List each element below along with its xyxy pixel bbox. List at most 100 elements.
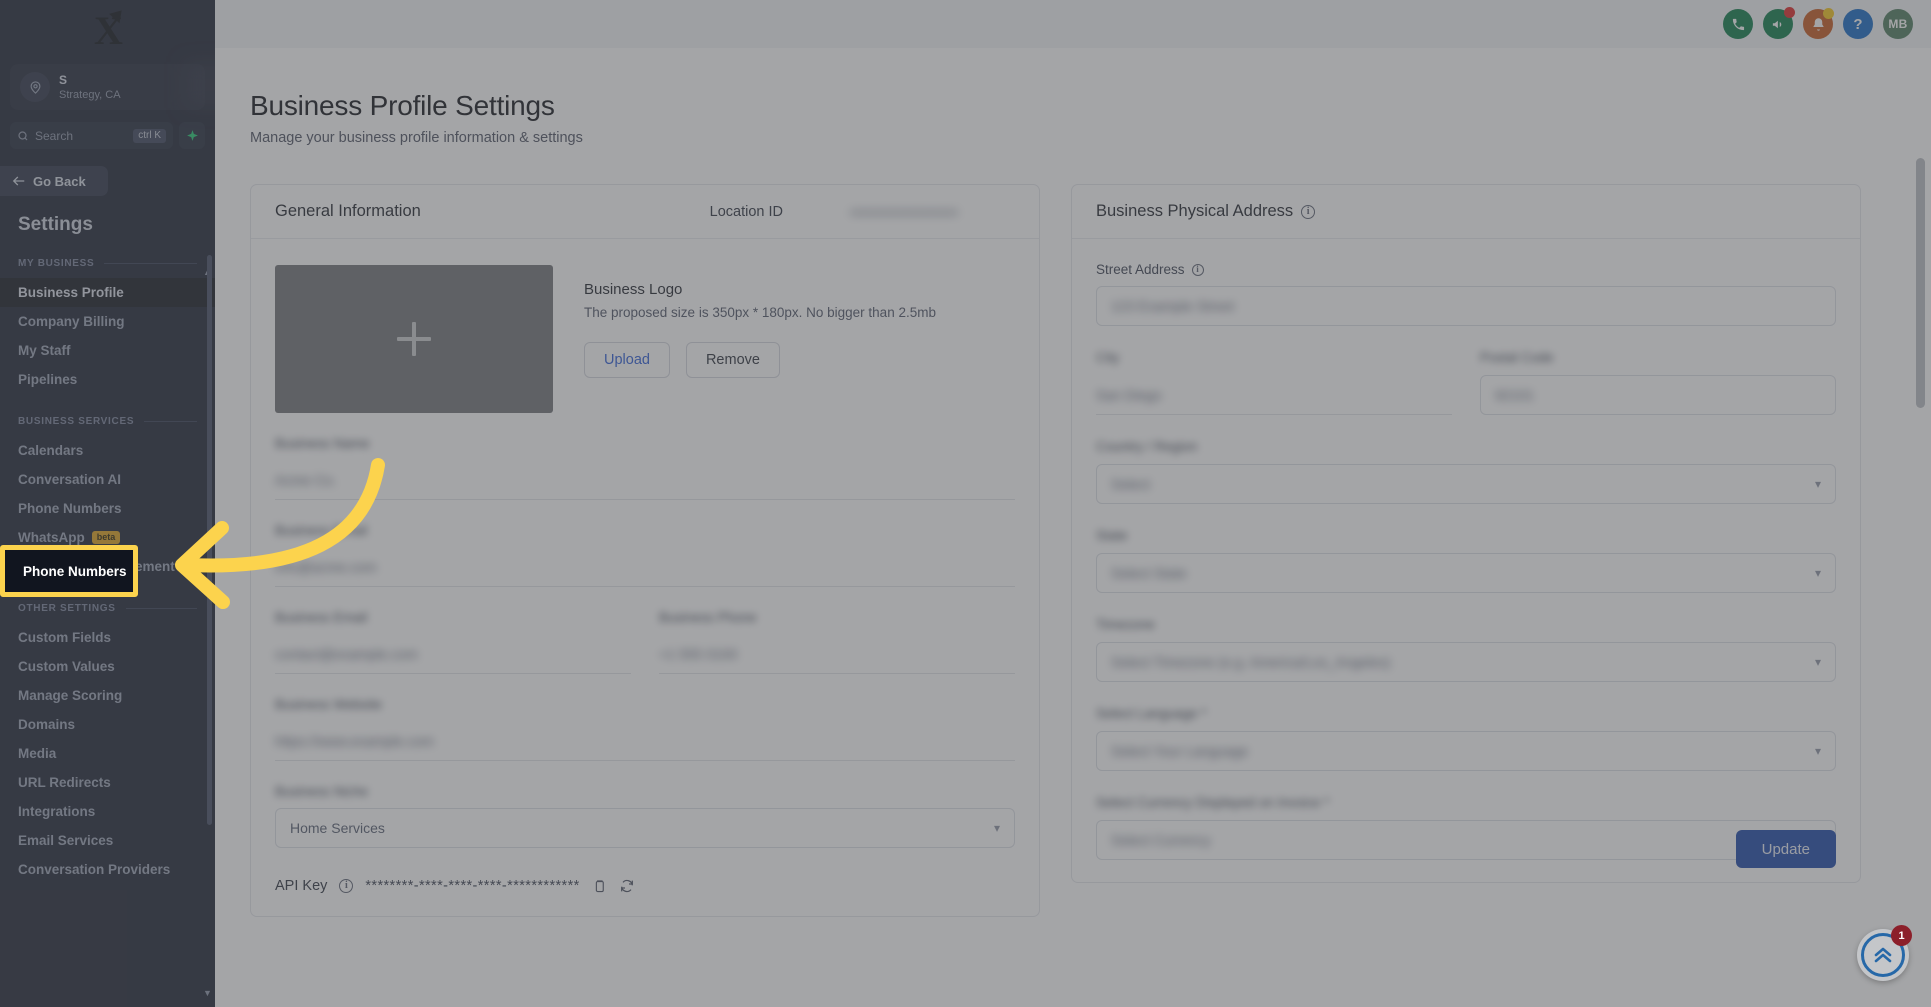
language-label: Select Language * xyxy=(1096,706,1207,721)
card-title-physical-address: Business Physical Address xyxy=(1096,202,1294,220)
phone-icon[interactable] xyxy=(1723,9,1753,39)
field-language: Select Language * Select Your Language ▾ xyxy=(1096,706,1836,771)
card-title-general-information: General Information xyxy=(275,202,421,220)
sidebar-section-my-business: MY BUSINESS xyxy=(18,258,197,269)
search-input[interactable]: Search ctrl K xyxy=(10,122,173,149)
country-select[interactable]: Select ▾ xyxy=(1096,464,1836,504)
search-icon xyxy=(18,130,28,140)
bell-icon[interactable] xyxy=(1803,8,1834,39)
help-icon[interactable]: ? xyxy=(1843,9,1873,39)
sidebar-item-label: Business Profile xyxy=(18,285,124,300)
business-logo-title: Business Logo xyxy=(584,281,683,298)
sidebar-item-label: Manage Scoring xyxy=(18,688,123,703)
section-label: MY BUSINESS xyxy=(18,258,95,269)
section-label: OTHER SETTINGS xyxy=(18,603,116,614)
page-scrollbar[interactable] xyxy=(1916,158,1925,948)
sidebar-scroll-down-icon[interactable]: ▼ xyxy=(200,985,215,1001)
business-email-input[interactable]: contact@example.com xyxy=(275,634,631,674)
sidebar-item-label: Custom Values xyxy=(18,659,115,674)
sparkle-icon[interactable] xyxy=(179,122,205,149)
field-label: Business Website xyxy=(275,697,383,712)
copy-icon[interactable] xyxy=(592,879,607,894)
sidebar-item-my-staff[interactable]: My Staff xyxy=(0,336,215,365)
field-street-address: Street Address i 123 Example Street xyxy=(1096,261,1836,326)
section-divider xyxy=(144,421,197,422)
arrow-left-icon xyxy=(12,176,25,186)
section-divider xyxy=(104,263,197,264)
location-id-label: Location ID xyxy=(709,203,783,220)
sidebar-item-conversation-providers[interactable]: Conversation Providers xyxy=(0,855,215,884)
sidebar-item-business-profile[interactable]: Business Profile xyxy=(0,278,215,307)
sidebar-item-company-billing[interactable]: Company Billing xyxy=(0,307,215,336)
update-button[interactable]: Update xyxy=(1735,830,1836,868)
sidebar-item-label: Domains xyxy=(18,717,76,732)
sidebar-item-integrations[interactable]: Integrations xyxy=(0,797,215,826)
go-back-label: Go Back xyxy=(33,173,86,189)
info-icon[interactable]: i xyxy=(339,879,354,893)
sidebar-item-label: Company Billing xyxy=(18,314,125,329)
state-label: State xyxy=(1096,528,1128,543)
sidebar-item-url-redirects[interactable]: URL Redirects xyxy=(0,768,215,797)
top-bar: ? MB xyxy=(215,0,1931,48)
info-icon[interactable]: i xyxy=(1301,204,1316,219)
sidebar-item-label: Conversation Providers xyxy=(18,862,171,877)
chevron-down-icon: ▾ xyxy=(1814,566,1821,580)
sidebar-item-label: Pipelines xyxy=(18,372,78,387)
field-timezone: Timezone Select Timezone (e.g. America/L… xyxy=(1096,617,1836,682)
business-niche-select[interactable]: Home Services ▾ xyxy=(275,808,1015,848)
sidebar-item-label: Email Services xyxy=(18,833,114,848)
field-business-website: Business Website https://www.example.com xyxy=(275,697,1015,761)
page-subtitle: Manage your business profile information… xyxy=(250,130,583,146)
highlight-label: Phone Numbers xyxy=(23,563,127,579)
sidebar-item-custom-fields[interactable]: Custom Fields xyxy=(0,623,215,652)
sidebar-item-custom-values[interactable]: Custom Values xyxy=(0,652,215,681)
timezone-select[interactable]: Select Timezone (e.g. America/Los_Angele… xyxy=(1096,642,1836,682)
postal-code-input[interactable]: 92101 xyxy=(1480,375,1836,415)
chevron-down-icon: ▾ xyxy=(1814,477,1821,491)
business-phone-input[interactable]: +1 555 0100 xyxy=(659,634,1015,674)
location-switcher[interactable]: S Strategy, CA xyxy=(10,64,205,110)
language-select[interactable]: Select Your Language ▾ xyxy=(1096,731,1836,771)
upload-button[interactable]: Upload xyxy=(584,342,670,378)
page-scrollbar-thumb[interactable] xyxy=(1916,158,1925,408)
location-id-value: •••••••••••••••••••••• xyxy=(850,203,958,220)
business-website-input[interactable]: https://www.example.com xyxy=(275,721,1015,761)
go-back-button[interactable]: Go Back xyxy=(0,166,108,196)
sidebar-item-media[interactable]: Media xyxy=(0,739,215,768)
sidebar-item-email-services[interactable]: Email Services xyxy=(0,826,215,855)
section-label: BUSINESS SERVICES xyxy=(18,416,135,427)
state-select[interactable]: Select State ▾ xyxy=(1096,553,1836,593)
refresh-icon[interactable] xyxy=(619,878,635,894)
field-city: City San Diego xyxy=(1096,350,1452,415)
megaphone-icon[interactable] xyxy=(1763,7,1795,39)
currency-label: Select Currency Displayed on Invoice * xyxy=(1096,795,1330,810)
sidebar-item-manage-scoring[interactable]: Manage Scoring xyxy=(0,681,215,710)
api-key-label: API Key xyxy=(275,878,328,894)
sidebar-heading: Settings xyxy=(18,214,93,235)
field-state: State Select State ▾ xyxy=(1096,528,1836,593)
city-input[interactable]: San Diego xyxy=(1096,375,1452,415)
info-icon[interactable]: i xyxy=(1191,263,1204,276)
street-address-input[interactable]: 123 Example Street xyxy=(1096,286,1836,326)
search-placeholder: Search xyxy=(35,128,74,143)
location-pin-icon xyxy=(20,72,50,102)
highlight-box-phone-numbers[interactable]: Phone Numbers xyxy=(0,545,138,597)
sidebar-item-label: WhatsApp xyxy=(18,530,85,545)
sidebar-item-label: Media xyxy=(18,746,57,761)
avatar-initials: MB xyxy=(1888,17,1908,31)
sidebar-item-label: My Staff xyxy=(18,343,71,358)
sidebar-item-pipelines[interactable]: Pipelines xyxy=(0,365,215,394)
sidebar-item-label: Custom Fields xyxy=(18,630,112,645)
location-name: S xyxy=(59,72,68,87)
field-business-niche: Business Niche Home Services ▾ xyxy=(275,784,1015,848)
remove-button[interactable]: Remove xyxy=(685,342,780,378)
sidebar-item-label: URL Redirects xyxy=(18,775,111,790)
chevron-down-icon: ▾ xyxy=(1814,744,1821,758)
main-content: Business Profile Settings Manage your bu… xyxy=(215,48,1931,1007)
app-logo[interactable]: X xyxy=(0,0,215,62)
avatar[interactable]: MB xyxy=(1883,9,1913,39)
sidebar-item-domains[interactable]: Domains xyxy=(0,710,215,739)
chevron-down-icon: ▾ xyxy=(1814,655,1821,669)
business-logo-dropzone[interactable] xyxy=(275,265,553,413)
floating-scroll-widget[interactable]: 1 xyxy=(1857,925,1912,981)
